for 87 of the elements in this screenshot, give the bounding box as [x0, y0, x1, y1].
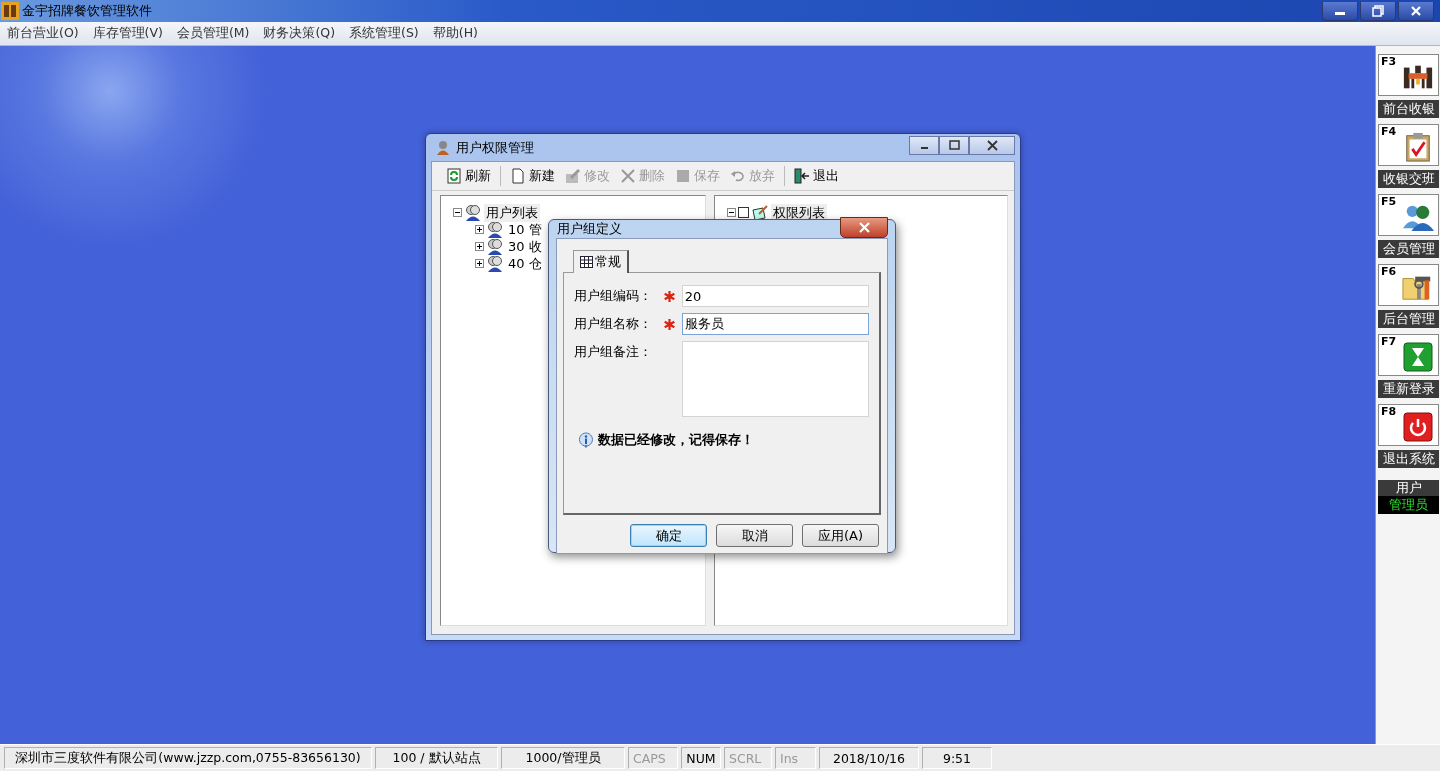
user-group-icon: [486, 220, 504, 239]
status-field: Ins: [775, 747, 816, 769]
field-label: 用户组名称：: [574, 315, 653, 333]
menu-item[interactable]: 财务决策(Q): [256, 25, 343, 42]
delete-x-icon: [620, 168, 636, 184]
exit-door-icon: [794, 168, 810, 184]
menu-item[interactable]: 前台营业(O): [0, 25, 86, 42]
checkbox[interactable]: [738, 207, 749, 218]
remark-field[interactable]: [681, 341, 869, 417]
input-field[interactable]: 20: [681, 285, 869, 307]
dialog-button[interactable]: 应用(A): [802, 524, 879, 547]
input-field[interactable]: 服务员: [681, 313, 869, 335]
collapse-icon[interactable]: [453, 208, 462, 217]
close-icon: [1410, 4, 1422, 17]
status-field: 2018/10/16: [819, 747, 919, 769]
grid-icon: [580, 256, 593, 268]
shortcut-label: 收银交班: [1378, 170, 1439, 188]
menu-item[interactable]: 库存管理(V): [85, 25, 170, 42]
dialog-title: 用户组定义: [557, 220, 622, 238]
maximize-button[interactable]: [939, 136, 969, 155]
shortcut-label: 前台收银: [1378, 100, 1439, 118]
user-name: 管理员: [1378, 496, 1439, 514]
user-group-icon: [486, 254, 504, 273]
shortcut-button[interactable]: F4: [1378, 124, 1439, 166]
toolbar-button[interactable]: 退出: [790, 165, 843, 187]
app-logo-icon: [1, 2, 19, 20]
shortcut-label: 后台管理: [1378, 310, 1439, 328]
tree-node-label[interactable]: 10 管: [506, 220, 544, 239]
edit-icon: [565, 168, 581, 184]
shortcut-button[interactable]: F8: [1378, 404, 1439, 446]
dialog-button[interactable]: 取消: [716, 524, 793, 547]
maximize-icon: [948, 140, 960, 151]
tree-node-label[interactable]: 用户列表: [484, 203, 540, 222]
dialog-button[interactable]: 确定: [630, 524, 707, 547]
shortcut-button[interactable]: F3: [1378, 54, 1439, 96]
status-field: 1000/管理员: [501, 747, 625, 769]
hourglass-icon: [1402, 342, 1434, 372]
close-icon: [858, 221, 870, 233]
tab[interactable]: 常规: [573, 250, 629, 273]
field-label: 用户组编码：: [574, 287, 653, 305]
save-square-icon: [675, 168, 691, 184]
status-field: SCRL: [724, 747, 772, 769]
shortcut-button[interactable]: F5: [1378, 194, 1439, 236]
window-title: 用户权限管理: [456, 138, 534, 157]
refresh-icon: [446, 168, 462, 184]
minimize-icon: [1335, 12, 1345, 15]
field-label: 用户组备注：: [574, 343, 653, 361]
restore-button[interactable]: [1360, 1, 1396, 21]
status-field: 深圳市三度软件有限公司(www.jzzp.com,0755-83656130): [4, 747, 372, 769]
close-icon: [986, 140, 998, 151]
minimize-icon: [920, 147, 928, 149]
blank-page-icon: [510, 168, 526, 184]
menu-item[interactable]: 帮助(H): [425, 25, 485, 42]
expand-icon[interactable]: [475, 259, 484, 268]
minimize-button[interactable]: [909, 136, 939, 155]
toolbar-button[interactable]: 新建: [506, 165, 559, 187]
restore-icon: [1372, 4, 1384, 17]
minimize-button[interactable]: [1322, 1, 1358, 21]
undo-icon: [730, 168, 746, 184]
menu-item[interactable]: 会员管理(M): [169, 25, 257, 42]
tree-node-label[interactable]: 30 收: [506, 237, 544, 256]
shortcut-label: 会员管理: [1378, 240, 1439, 258]
close-button[interactable]: [840, 216, 888, 238]
collapse-icon[interactable]: [727, 208, 736, 217]
shortcut-button[interactable]: F6: [1378, 264, 1439, 306]
tree-node-label[interactable]: 40 仓: [506, 254, 544, 273]
status-field: 100 / 默认站点: [375, 747, 498, 769]
status-field: CAPS: [628, 747, 678, 769]
save-reminder-message: 数据已经修改，记得保存！: [598, 431, 754, 449]
power-icon: [1402, 412, 1434, 442]
menu-item[interactable]: 系统管理(S): [342, 25, 426, 42]
user-group-icon: [464, 203, 482, 222]
close-button[interactable]: [1398, 1, 1434, 21]
expand-icon[interactable]: [475, 242, 484, 251]
status-field: 9:51: [922, 747, 992, 769]
shortcut-label: 重新登录: [1378, 380, 1439, 398]
expand-icon[interactable]: [475, 225, 484, 234]
user-label: 用户: [1378, 480, 1439, 496]
app-title: 金宇招牌餐饮管理软件: [22, 2, 152, 20]
toolbar-button[interactable]: 刷新: [442, 165, 495, 187]
shortcut-label: 退出系统: [1378, 450, 1439, 468]
status-field: NUM: [681, 747, 721, 769]
info-icon: [578, 432, 594, 448]
permission-icon: [751, 203, 769, 222]
user-group-icon: [486, 237, 504, 256]
close-button[interactable]: [969, 136, 1015, 155]
shortcut-button[interactable]: F7: [1378, 334, 1439, 376]
